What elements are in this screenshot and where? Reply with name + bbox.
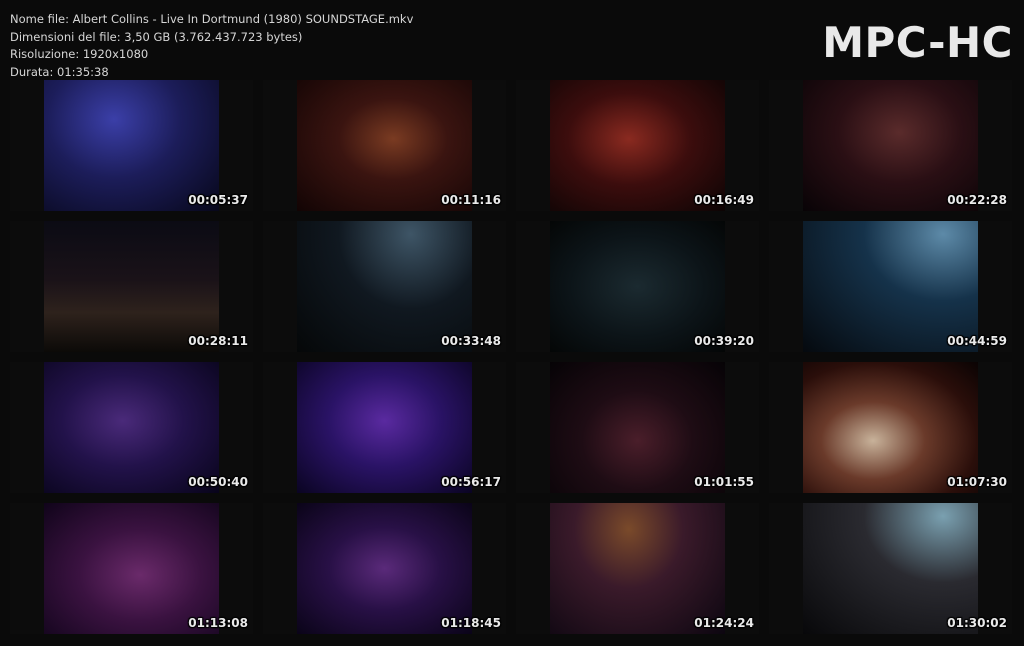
video-frame bbox=[550, 221, 725, 352]
pillarbox-right bbox=[725, 503, 759, 634]
timestamp-label: 00:05:37 bbox=[188, 193, 248, 207]
thumbnail-drummer-band[interactable]: 01:18:45 bbox=[263, 503, 506, 634]
thumbnail-grid: 00:05:37 00:11:16 00:16:49 00:22:28 00:28:11… bbox=[10, 80, 1015, 635]
mpc-hc-logo: MPC-HC bbox=[822, 18, 1013, 67]
pillarbox-right bbox=[978, 362, 1012, 493]
video-frame bbox=[297, 80, 472, 211]
timestamp-label: 01:01:55 bbox=[694, 475, 754, 489]
pillarbox-left bbox=[263, 362, 297, 493]
thumbnail-saxophonist[interactable]: 00:22:28 bbox=[769, 80, 1012, 211]
pillarbox-left bbox=[769, 503, 803, 634]
pillarbox-left bbox=[10, 80, 44, 211]
pillarbox-left bbox=[10, 362, 44, 493]
video-frame bbox=[297, 221, 472, 352]
file-size-line: Dimensioni del file: 3,50 GB (3.762.437.… bbox=[10, 29, 303, 44]
video-frame bbox=[550, 80, 725, 211]
video-frame bbox=[803, 362, 978, 493]
video-frame bbox=[550, 362, 725, 493]
pillarbox-left bbox=[516, 221, 550, 352]
video-frame bbox=[297, 362, 472, 493]
pillarbox-right bbox=[725, 80, 759, 211]
pillarbox-right bbox=[219, 221, 253, 352]
video-frame bbox=[550, 503, 725, 634]
timestamp-label: 00:28:11 bbox=[188, 334, 248, 348]
file-info-panel: Nome file: Albert Collins - Live In Dort… bbox=[10, 11, 413, 81]
timestamp-label: 01:30:02 bbox=[947, 616, 1007, 630]
thumbnail-crowd-dark[interactable]: 00:39:20 bbox=[516, 221, 759, 352]
pillarbox-right bbox=[725, 362, 759, 493]
pillarbox-left bbox=[769, 362, 803, 493]
timestamp-label: 00:39:20 bbox=[694, 334, 754, 348]
pillarbox-right bbox=[725, 221, 759, 352]
timestamp-label: 01:18:45 bbox=[441, 616, 501, 630]
thumbnail-crowd-hands-up[interactable]: 00:33:48 bbox=[263, 221, 506, 352]
timestamp-label: 00:16:49 bbox=[694, 193, 754, 207]
timestamp-label: 01:13:08 bbox=[188, 616, 248, 630]
pillarbox-left bbox=[10, 503, 44, 634]
pillarbox-left bbox=[263, 221, 297, 352]
pillarbox-right bbox=[978, 80, 1012, 211]
video-frame bbox=[44, 80, 219, 211]
file-name-line: Nome file: Albert Collins - Live In Dort… bbox=[10, 12, 414, 26]
pillarbox-right bbox=[472, 503, 506, 634]
thumbnail-singer-mic-purple[interactable]: 01:13:08 bbox=[10, 503, 253, 634]
timestamp-label: 00:50:40 bbox=[188, 475, 248, 489]
pillarbox-right bbox=[219, 503, 253, 634]
timestamp-label: 01:24:24 bbox=[694, 616, 754, 630]
thumbnail-singer-closeup-mic[interactable]: 00:11:16 bbox=[263, 80, 506, 211]
pillarbox-left bbox=[263, 503, 297, 634]
pillarbox-left bbox=[10, 221, 44, 352]
thumbnail-band-onstage[interactable]: 00:56:17 bbox=[263, 362, 506, 493]
timestamp-label: 00:22:28 bbox=[947, 193, 1007, 207]
video-frame bbox=[803, 80, 978, 211]
pillarbox-right bbox=[978, 503, 1012, 634]
pillarbox-left bbox=[516, 80, 550, 211]
resolution-line: Risoluzione: 1920x1080 bbox=[10, 47, 149, 62]
pillarbox-left bbox=[516, 362, 550, 493]
video-frame bbox=[803, 503, 978, 634]
pillarbox-left bbox=[769, 221, 803, 352]
pillarbox-right bbox=[978, 221, 1012, 352]
pillarbox-left bbox=[769, 80, 803, 211]
thumbnail-guitar-closeup[interactable]: 01:07:30 bbox=[769, 362, 1012, 493]
video-frame bbox=[44, 362, 219, 493]
video-frame bbox=[44, 503, 219, 634]
timestamp-label: 01:07:30 bbox=[947, 475, 1007, 489]
timestamp-label: 00:44:59 bbox=[947, 334, 1007, 348]
pillarbox-left bbox=[516, 503, 550, 634]
thumbnail-crowd-spotlight[interactable]: 00:44:59 bbox=[769, 221, 1012, 352]
pillarbox-left bbox=[263, 80, 297, 211]
pillarbox-right bbox=[472, 80, 506, 211]
pillarbox-right bbox=[219, 362, 253, 493]
timestamp-label: 00:56:17 bbox=[441, 475, 501, 489]
thumbnail-bassist-blue-stage[interactable]: 00:05:37 bbox=[10, 80, 253, 211]
thumbnail-stage-wide-crowd[interactable]: 00:28:11 bbox=[10, 221, 253, 352]
timestamp-label: 00:11:16 bbox=[441, 193, 501, 207]
thumbnail-crowd-cymbal[interactable]: 01:30:02 bbox=[769, 503, 1012, 634]
thumbnail-guitarist-red-shirt[interactable]: 00:16:49 bbox=[516, 80, 759, 211]
pillarbox-right bbox=[472, 362, 506, 493]
video-frame bbox=[803, 221, 978, 352]
timestamp-label: 00:33:48 bbox=[441, 334, 501, 348]
video-frame bbox=[44, 221, 219, 352]
thumbnail-blurred-lights[interactable]: 01:24:24 bbox=[516, 503, 759, 634]
video-frame bbox=[297, 503, 472, 634]
thumbnail-stage-wide-band[interactable]: 01:01:55 bbox=[516, 362, 759, 493]
duration-line: Durata: 01:35:38 bbox=[10, 64, 109, 79]
pillarbox-right bbox=[472, 221, 506, 352]
pillarbox-right bbox=[219, 80, 253, 211]
thumbnail-guitarist-purple[interactable]: 00:50:40 bbox=[10, 362, 253, 493]
